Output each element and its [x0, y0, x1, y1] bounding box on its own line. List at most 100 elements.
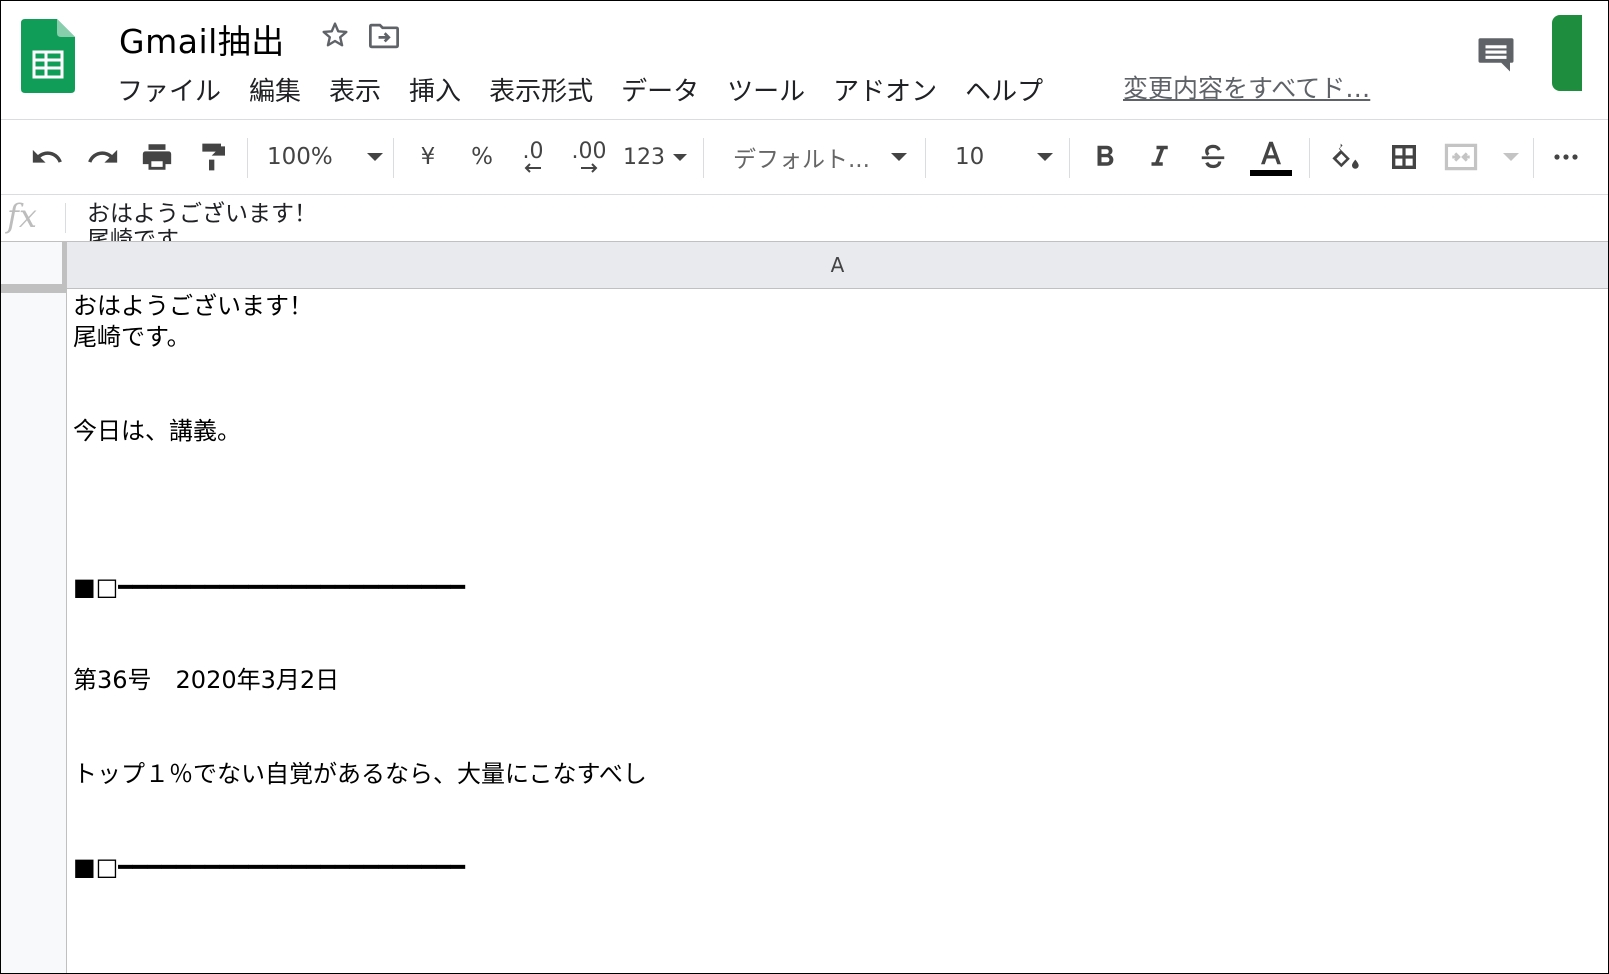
share-button[interactable] [1552, 15, 1582, 91]
cell-text-line: トップ１％でない自覚があるなら、大量にこなすべし [73, 759, 647, 788]
row-header-column [1, 289, 67, 973]
italic-icon [1151, 145, 1168, 166]
move-folder-icon[interactable] [367, 21, 401, 51]
menu-tools[interactable]: ツール [727, 71, 805, 108]
fill-color-button[interactable] [1327, 120, 1365, 194]
paint-format-button[interactable] [193, 120, 233, 194]
star-icon[interactable] [319, 19, 351, 51]
doc-header: Gmail抽出 ファイル 編集 表示 挿入 表示形式 データ ツール アドオン … [1, 1, 1608, 121]
cell-text-line [73, 509, 1608, 540]
currency-symbol: ¥ [420, 144, 436, 170]
menu-data[interactable]: データ [621, 71, 699, 108]
decrease-decimal-label: .0 [522, 139, 544, 164]
print-button[interactable] [137, 120, 177, 194]
more-options-button[interactable] [1549, 120, 1579, 194]
font-size-select[interactable]: 10 [955, 120, 1053, 194]
cell-text-line [73, 541, 1608, 572]
spreadsheet-window: Gmail抽出 ファイル 編集 表示 挿入 表示形式 データ ツール アドオン … [0, 0, 1609, 974]
cell-text-line [73, 634, 1608, 665]
chevron-down-icon [367, 153, 383, 161]
print-icon [142, 144, 172, 170]
font-size-value: 10 [955, 144, 985, 170]
menu-insert[interactable]: 挿入 [409, 71, 461, 108]
document-title[interactable]: Gmail抽出 [119, 15, 285, 63]
cell-text-line [73, 821, 1608, 852]
arrow-right-icon [581, 163, 598, 173]
cell-text-line [73, 603, 1608, 634]
strikethrough-button[interactable] [1195, 120, 1231, 194]
cell-text-line: 尾崎です。 [73, 323, 191, 352]
menu-edit[interactable]: 編集 [249, 71, 301, 108]
cell-text-line: ■□━━━━━━━━━━━━━━━━━━━━━━━━ [73, 853, 466, 882]
toolbar-separator [703, 138, 704, 178]
toolbar-separator [1533, 138, 1534, 178]
cell-text-line: 第36号 2020年3月2日 [73, 666, 340, 695]
cell-text-line [73, 385, 1608, 416]
fx-label: fx [7, 197, 37, 235]
more-formats-label: 123 [623, 144, 665, 170]
last-edit-link[interactable]: 変更内容をすべてド… [1123, 69, 1370, 105]
menu-file[interactable]: ファイル [117, 71, 221, 108]
toolbar: 100% ¥ % .0 .00 123 デフォルト... 10 [1, 120, 1608, 194]
text-color-button[interactable] [1249, 120, 1293, 194]
menu-help[interactable]: ヘルプ [965, 71, 1043, 108]
formula-separator [65, 203, 66, 233]
chevron-down-icon [1503, 153, 1519, 161]
chevron-down-icon [673, 153, 687, 161]
increase-decimal-label: .00 [571, 139, 607, 164]
cell-text-line [73, 884, 1608, 915]
cell-text-line: おはようございます！ [73, 292, 313, 320]
cell-text-line [73, 353, 1608, 384]
more-horizontal-icon [1554, 154, 1578, 160]
bold-button[interactable] [1087, 120, 1123, 194]
text-color-swatch [1250, 169, 1292, 176]
increase-decimal-button[interactable]: .00 [567, 120, 611, 194]
formula-bar: fx おはようございます！ 尾崎です。 [1, 195, 1608, 241]
merge-cells-icon [1444, 143, 1478, 171]
font-family-value: デフォルト... [733, 147, 870, 173]
menu-view[interactable]: 表示 [329, 71, 381, 108]
currency-format-button[interactable]: ¥ [411, 120, 445, 194]
toolbar-separator [393, 138, 394, 178]
more-formats-button[interactable]: 123 [623, 120, 687, 194]
menu-format[interactable]: 表示形式 [489, 71, 593, 108]
redo-icon [88, 149, 118, 163]
column-header-row: A [1, 241, 1608, 289]
borders-button[interactable] [1385, 120, 1423, 194]
toolbar-separator [925, 138, 926, 178]
undo-icon [32, 149, 62, 163]
toolbar-separator [1069, 138, 1070, 178]
italic-button[interactable] [1141, 120, 1177, 194]
font-family-select[interactable]: デフォルト... [733, 120, 907, 194]
paint-format-icon [202, 143, 225, 171]
percent-format-button[interactable]: % [465, 120, 499, 194]
menu-addons[interactable]: アドオン [833, 71, 937, 108]
undo-button[interactable] [27, 120, 67, 194]
zoom-value: 100% [267, 144, 333, 170]
cell-text-line [73, 915, 1608, 946]
merge-cells-button [1443, 120, 1519, 194]
cell-text-line [73, 728, 1608, 759]
zoom-select[interactable]: 100% [267, 120, 383, 194]
column-header-a[interactable]: A [67, 242, 1608, 288]
cell-text-line [73, 696, 1608, 727]
chevron-down-icon [1037, 153, 1053, 161]
select-all-corner[interactable] [1, 242, 67, 289]
sheets-logo-icon[interactable] [21, 19, 75, 93]
formula-input[interactable]: おはようございます！ 尾崎です。 [87, 201, 317, 241]
cell-text-line: ■□━━━━━━━━━━━━━━━━━━━━━━━━ [73, 572, 466, 601]
bold-icon [1097, 145, 1114, 166]
cell-text-line [73, 447, 1608, 478]
cell-text-line [73, 790, 1608, 821]
text-color-icon [1261, 141, 1281, 164]
redo-button[interactable] [83, 120, 123, 194]
toolbar-separator [247, 138, 248, 178]
decrease-decimal-button[interactable]: .0 [513, 120, 553, 194]
percent-symbol: % [471, 144, 493, 170]
comment-history-icon[interactable] [1475, 33, 1517, 75]
chevron-down-icon [891, 153, 907, 161]
borders-icon [1392, 145, 1416, 169]
cell-text-line: 今日は、講義。 [73, 416, 241, 445]
menubar: ファイル 編集 表示 挿入 表示形式 データ ツール アドオン ヘルプ [117, 71, 1071, 108]
cell-a1[interactable]: おはようございます！ 尾崎です。 今日は、講義。 ■□━━━━━━━━━━━━━… [69, 291, 1608, 973]
